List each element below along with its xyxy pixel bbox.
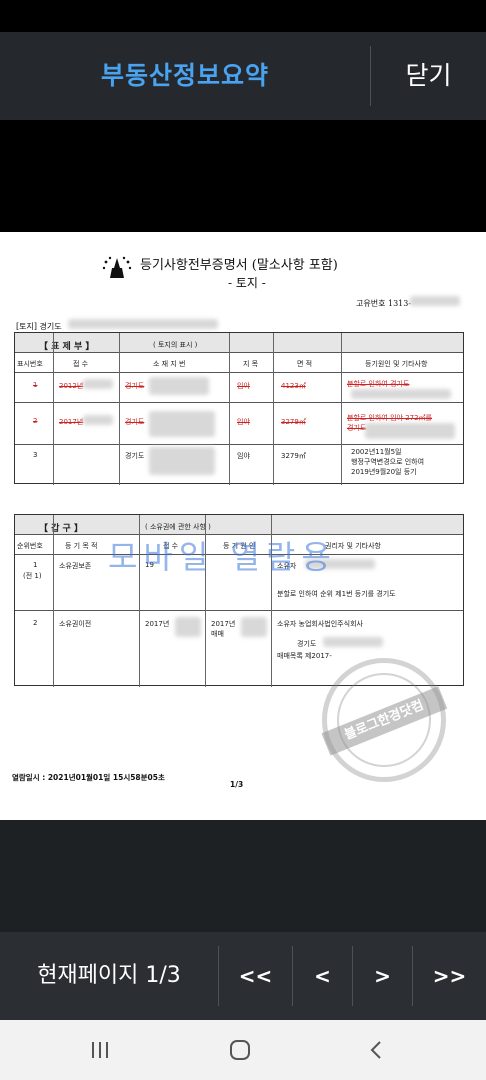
col-header: 면 적: [297, 360, 313, 368]
redacted: [410, 296, 460, 306]
unique-number: 고유번호 1313-: [356, 299, 412, 308]
table-cell: 경기도: [347, 424, 367, 432]
table-cell: 매매목록 제2017-: [277, 652, 332, 660]
table-cell: 매매: [211, 630, 224, 638]
table-cell: 행정구역변경으로 인하여: [351, 458, 425, 466]
table-cell: 2017년: [59, 418, 84, 426]
table-cell: 2: [33, 417, 38, 425]
table-cell: 소유권보존: [59, 562, 92, 570]
section2-label: 【 갑 구 】: [39, 524, 83, 534]
recent-apps-icon[interactable]: [60, 1020, 140, 1080]
land-label: [토지] 경기도: [16, 322, 62, 331]
court-emblem-icon: [102, 256, 132, 278]
mobile-view-watermark: 모바일 열람용: [108, 538, 337, 576]
table-cell: 1: [33, 561, 38, 569]
redacted: [149, 377, 209, 395]
table-cell: 경기도: [297, 640, 317, 648]
back-icon[interactable]: [336, 1020, 416, 1080]
title-section-table: 【 표 제 부 】 ( 토지의 표시 ) 표시번호 접 수 소 재 지 번 지 …: [14, 332, 464, 485]
last-page-button[interactable]: >>: [413, 932, 486, 1020]
redacted: [149, 411, 215, 437]
document-page-number: 1/3: [230, 780, 244, 789]
app-header: 부동산정보요약 닫기: [0, 32, 486, 120]
col-header: 접 수: [73, 360, 89, 368]
first-page-button[interactable]: <<: [219, 932, 292, 1020]
redacted: [323, 637, 383, 647]
home-icon[interactable]: [200, 1020, 280, 1080]
document-subtitle: - 토지 -: [228, 276, 266, 290]
table-cell: 2017년: [145, 620, 170, 628]
viewer-background-top: [0, 120, 486, 232]
redacted: [83, 415, 113, 425]
table-cell: 2: [33, 619, 38, 627]
prev-page-button[interactable]: <: [293, 932, 352, 1020]
view-datetime: 열람일시 : 2021년01월01일 15시58분05초: [12, 773, 165, 782]
table-cell: 임야: [237, 418, 250, 426]
close-button[interactable]: 닫기: [371, 32, 486, 120]
table-cell: 분할로 인하여 경기도: [347, 380, 410, 388]
table-cell: 1: [33, 381, 38, 389]
redacted: [241, 617, 267, 637]
page-title: 부동산정보요약: [100, 61, 269, 90]
system-navigation-bar: [0, 1020, 486, 1080]
table-cell: 3: [33, 451, 38, 459]
table-cell: 경기도: [125, 452, 145, 460]
table-cell: 경기도: [125, 382, 145, 390]
col-header: 소 재 지 번: [153, 360, 186, 368]
redacted: [68, 319, 218, 329]
redacted: [175, 617, 201, 637]
col-header: 표시번호: [17, 360, 43, 368]
current-page-indicator: 현재페이지 1/3: [37, 963, 181, 988]
table-cell: 분할로 인하여 순위 제1번 등기를 경기도: [277, 590, 396, 598]
viewer-background-bottom: [0, 820, 486, 932]
table-cell: 소유권이전: [59, 620, 92, 628]
table-cell: 4123㎡: [281, 382, 306, 390]
table-cell: 임야: [237, 382, 250, 390]
redacted: [351, 389, 451, 399]
col-header: 등 기 목 적: [65, 542, 98, 550]
document-page[interactable]: 등기사항전부증명서 (말소사항 포함) - 토지 - 고유번호 1313- [토…: [0, 232, 486, 820]
redacted: [83, 379, 113, 389]
table-cell: (전 1): [23, 572, 42, 580]
table-cell: 임야: [237, 452, 250, 460]
redacted: [365, 423, 455, 439]
col-header: 지 목: [243, 360, 259, 368]
table-cell: 경기도: [125, 418, 145, 426]
redacted: [149, 447, 215, 475]
page-navigation-bar: 현재페이지 1/3 << < > >>: [0, 932, 486, 1020]
col-header: 순위번호: [17, 542, 43, 550]
document-title: 등기사항전부증명서 (말소사항 포함): [140, 258, 338, 273]
table-cell: 3279㎡: [281, 452, 306, 460]
col-header: 등기원인 및 기타사항: [365, 360, 428, 368]
table-cell: 2002년11월5일: [351, 448, 402, 456]
table-cell: 분할로 인하여 임야 272㎡를: [347, 414, 432, 422]
table-cell: 소유자 농업회사법인주식회사: [277, 620, 363, 628]
section2-sublabel: ( 소유권에 관한 사항 ): [145, 523, 211, 531]
table-cell: 2019년9월20일 등기: [351, 468, 417, 476]
section1-label: 【 표 제 부 】: [39, 342, 95, 352]
table-cell: 2017년: [211, 620, 236, 628]
next-page-button[interactable]: >: [353, 932, 412, 1020]
table-cell: 2012년: [59, 382, 84, 390]
status-bar: [0, 0, 486, 32]
section1-sublabel: ( 토지의 표시 ): [153, 341, 198, 349]
table-cell: 3279㎡: [281, 418, 306, 426]
